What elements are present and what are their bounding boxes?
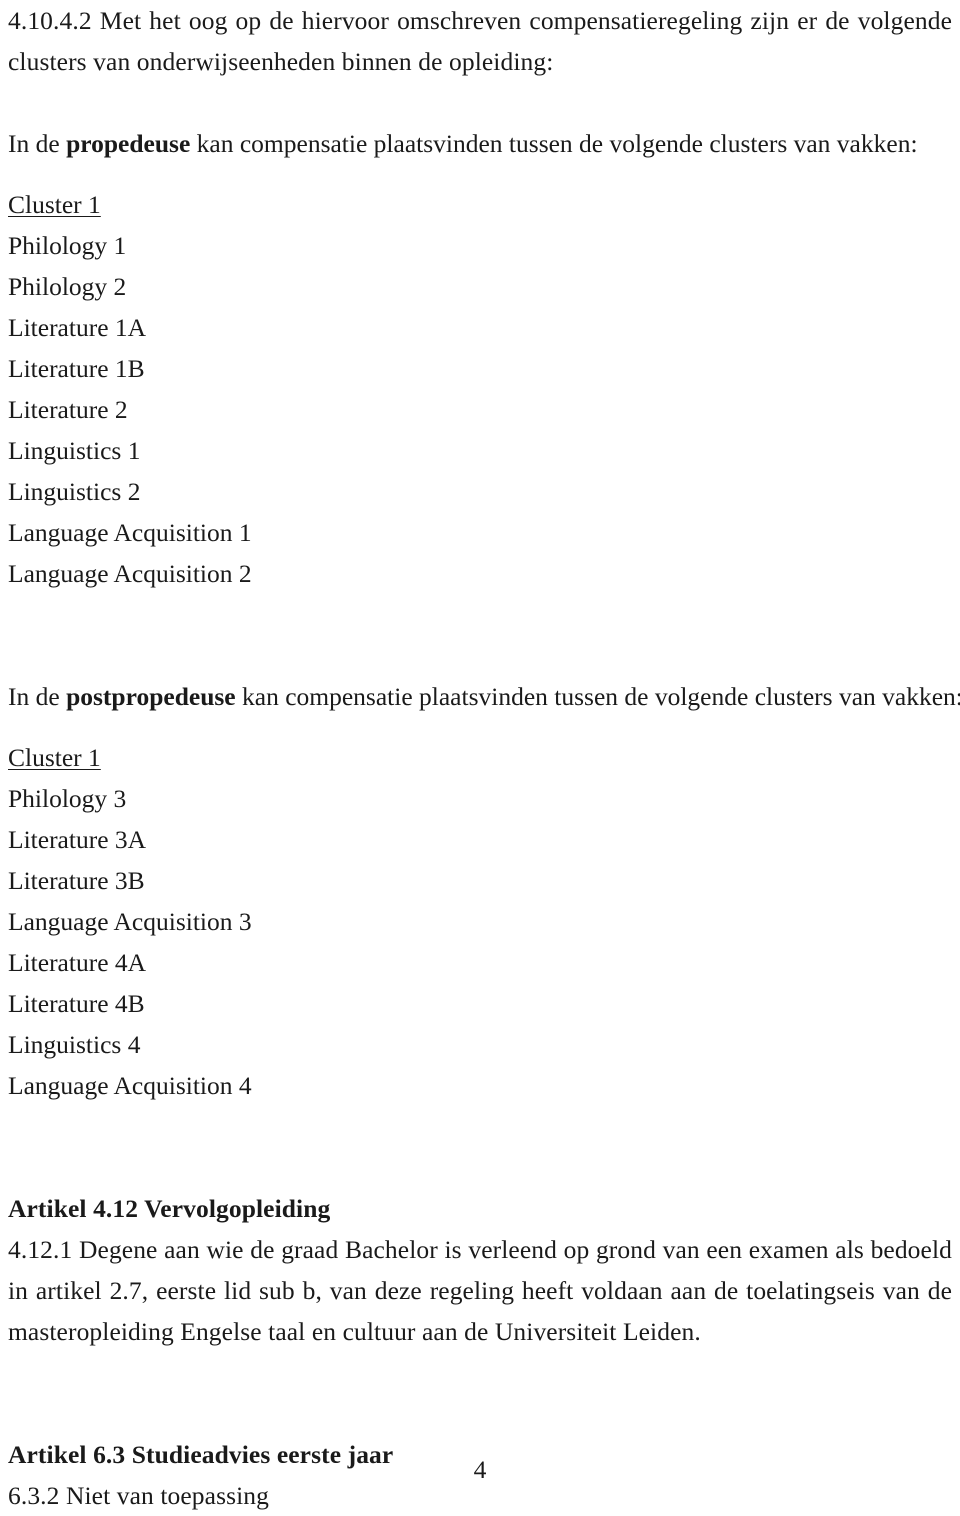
propedeuse-lead-suffix: kan compensatie plaatsvinden tussen de v… xyxy=(190,129,918,158)
list-item: Literature 2 xyxy=(8,395,128,424)
list-item: Literature 1B xyxy=(8,354,145,383)
list-item: Language Acquisition 1 xyxy=(8,518,252,547)
propedeuse-cluster-label: Cluster 1 xyxy=(8,190,101,219)
artikel-4-12-heading: Artikel 4.12 Vervolgopleiding xyxy=(8,1194,331,1223)
list-item: Language Acquisition 2 xyxy=(8,559,252,588)
list-item: Linguistics 4 xyxy=(8,1030,141,1059)
propedeuse-keyword: propedeuse xyxy=(66,129,191,158)
list-item: Language Acquisition 3 xyxy=(8,907,252,936)
list-item: Literature 3B xyxy=(8,866,145,895)
list-item: Literature 1A xyxy=(8,313,147,342)
propedeuse-cluster-heading: Cluster 1 xyxy=(8,184,952,225)
postpropedeuse-cluster-heading: Cluster 1 xyxy=(8,737,952,778)
list-item: Philology 1 xyxy=(8,231,127,260)
list-item: Linguistics 2 xyxy=(8,477,141,506)
list-item: Literature 3A xyxy=(8,825,147,854)
postpropedeuse-course-list: Philology 3 Literature 3A Literature 3B … xyxy=(8,778,952,1106)
list-item: Literature 4A xyxy=(8,948,147,977)
propedeuse-course-list: Philology 1 Philology 2 Literature 1A Li… xyxy=(8,225,952,594)
list-item: Philology 2 xyxy=(8,272,127,301)
postpropedeuse-keyword: postpropedeuse xyxy=(66,682,236,711)
postpropedeuse-lead-suffix: kan compensatie plaatsvinden tussen de v… xyxy=(235,682,960,711)
propedeuse-lead-prefix: In de xyxy=(8,129,67,158)
artikel-4-12-body: 4.12.1 Degene aan wie de graad Bachelor … xyxy=(8,1235,952,1346)
list-item: Literature 4B xyxy=(8,989,145,1018)
list-item: Language Acquisition 4 xyxy=(8,1071,252,1100)
clause-4-10-4-2-paragraph: 4.10.4.2 Met het oog op de hiervoor omsc… xyxy=(8,6,952,76)
postpropedeuse-cluster-label: Cluster 1 xyxy=(8,743,101,772)
document-page: 4.10.4.2 Met het oog op de hiervoor omsc… xyxy=(0,0,960,1510)
postpropedeuse-lead-prefix: In de xyxy=(8,682,67,711)
page-content: 4.10.4.2 Met het oog op de hiervoor omsc… xyxy=(8,0,960,1516)
propedeuse-lead-line: In de propedeuse kan compensatie plaatsv… xyxy=(8,123,952,164)
list-item: Linguistics 1 xyxy=(8,436,141,465)
list-item: Philology 3 xyxy=(8,784,127,813)
page-number: 4 xyxy=(473,1455,487,1484)
postpropedeuse-lead-line: In de postpropedeuse kan compensatie pla… xyxy=(8,676,960,717)
